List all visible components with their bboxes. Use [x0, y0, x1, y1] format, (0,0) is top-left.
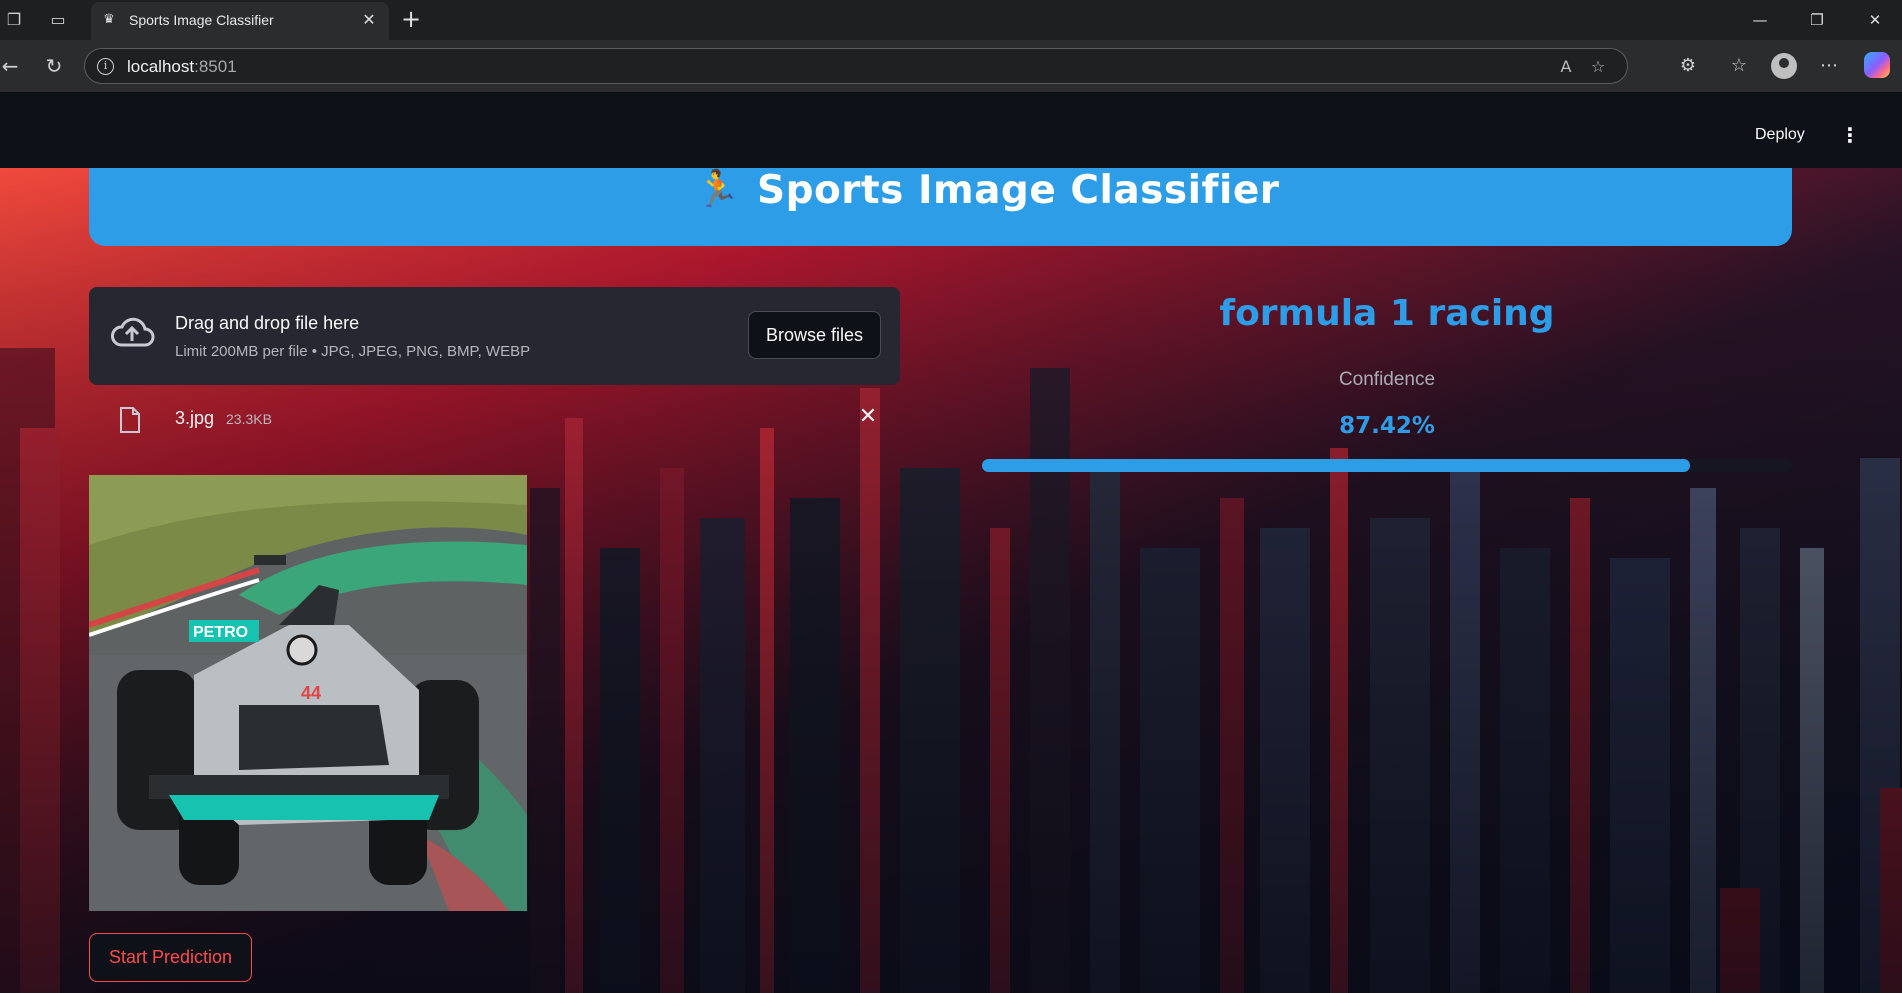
uploaded-image-preview: PETRO 44: [89, 475, 527, 911]
runner-emoji: 🏃: [695, 169, 740, 210]
browser-address-bar: ← ↻ i localhost:8501 A ☆ ⚙ ☆ ⋯: [0, 40, 1902, 133]
kebab-menu-icon[interactable]: ⋮: [1840, 123, 1860, 147]
favorites-icon[interactable]: ☆: [1726, 53, 1752, 79]
dropzone-title: Drag and drop file here: [175, 313, 360, 333]
favorite-star-icon[interactable]: ☆: [1587, 56, 1609, 78]
remove-file-icon[interactable]: ✕: [855, 404, 881, 430]
browser-tab[interactable]: ♛ Sports Image Classifier ✕: [91, 2, 389, 40]
title-banner: 🏃 Sports Image Classifier: [89, 168, 1792, 246]
preview-sponsor-text: PETRO: [193, 624, 248, 641]
confidence-label: Confidence: [1338, 369, 1436, 390]
vertical-tabs-icon[interactable]: ▭: [48, 10, 68, 30]
back-icon[interactable]: ←: [0, 54, 22, 78]
window-close-icon[interactable]: ✕: [1855, 8, 1895, 32]
browser-tab-bar: ❐ ▭ ♛ Sports Image Classifier ✕ + — ❐ ✕: [0, 0, 1902, 40]
close-tab-icon[interactable]: ✕: [359, 10, 379, 30]
cloud-upload-icon: [111, 317, 155, 347]
app-header: Deploy ⋮: [0, 93, 1902, 168]
extensions-icon[interactable]: ⚙: [1675, 53, 1701, 79]
confidence-progress-bar: [982, 459, 1792, 472]
start-prediction-button[interactable]: Start Prediction: [89, 933, 252, 982]
file-uploader-dropzone[interactable]: Drag and drop file here Limit 200MB per …: [89, 287, 900, 385]
file-name: 3.jpg: [175, 408, 215, 428]
confidence-progress-fill: [982, 459, 1691, 472]
preview-car-number: 44: [301, 683, 321, 703]
new-tab-icon[interactable]: +: [398, 6, 424, 32]
confidence-value: 87.42%: [1339, 413, 1435, 439]
profile-avatar[interactable]: [1771, 53, 1797, 79]
url-field[interactable]: i localhost:8501 A ☆: [84, 48, 1628, 84]
file-icon: [120, 407, 140, 433]
reload-icon[interactable]: ↻: [42, 54, 66, 78]
restore-icon[interactable]: ❐: [1797, 8, 1837, 32]
page-title: Sports Image Classifier: [757, 168, 1280, 213]
workspaces-icon[interactable]: ❐: [4, 10, 24, 30]
minimize-icon[interactable]: —: [1740, 8, 1780, 32]
more-icon[interactable]: ⋯: [1816, 53, 1842, 79]
browse-files-button[interactable]: Browse files: [748, 311, 881, 359]
file-size: 23.3KB: [226, 411, 272, 427]
streamlit-app: Deploy ⋮ 🏃 Sports Image Classifier Drag …: [0, 93, 1902, 993]
site-info-icon[interactable]: i: [97, 58, 114, 75]
crown-icon: ♛: [103, 12, 115, 27]
prediction-label: formula 1 racing: [1219, 293, 1555, 334]
uploaded-file-row: 3.jpg 23.3KB ✕: [89, 398, 900, 438]
url-text[interactable]: localhost:8501: [127, 57, 237, 77]
dropzone-limit-text: Limit 200MB per file • JPG, JPEG, PNG, B…: [175, 343, 531, 360]
tab-title: Sports Image Classifier: [129, 12, 274, 28]
read-aloud-icon[interactable]: A: [1555, 56, 1577, 78]
deploy-button[interactable]: Deploy: [1755, 126, 1805, 144]
copilot-icon[interactable]: [1864, 52, 1890, 78]
